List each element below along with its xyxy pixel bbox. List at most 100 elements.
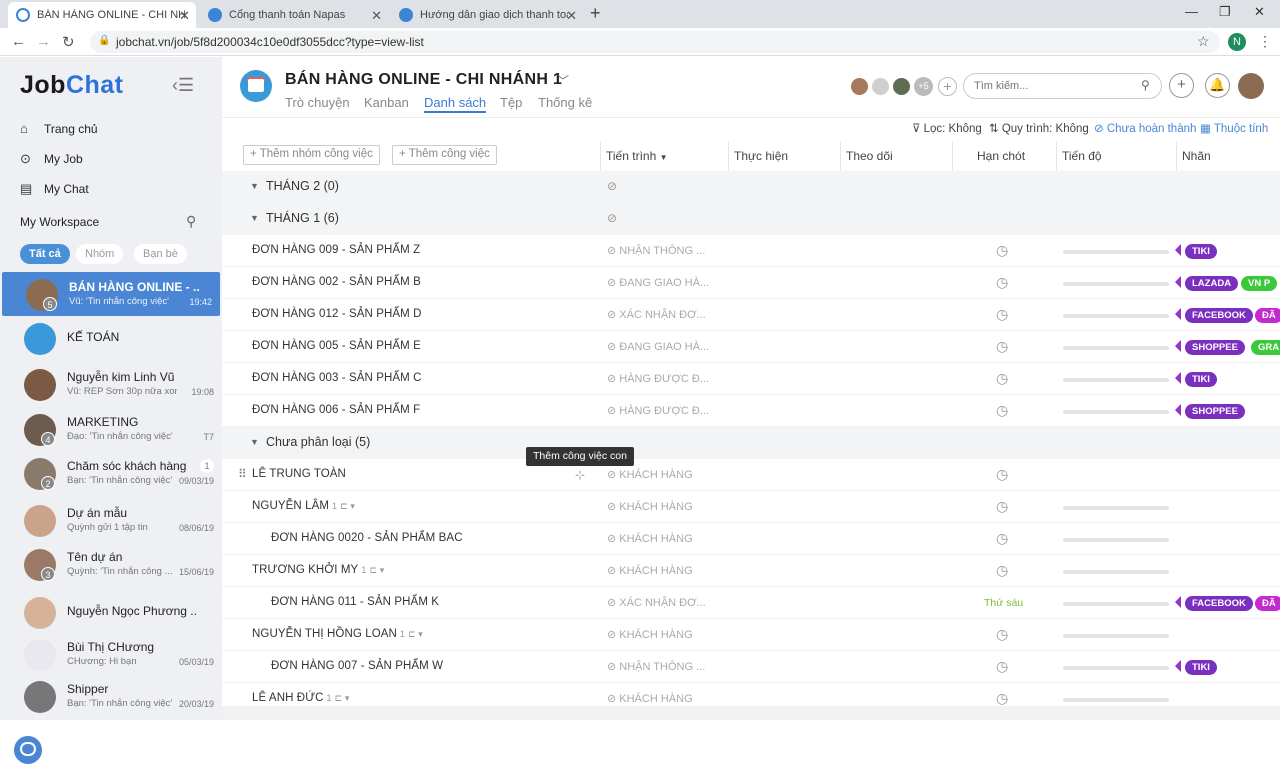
task-status[interactable]: ⊘ HÀNG ĐƯỢC Đ... (607, 372, 709, 385)
task-status[interactable]: ⊘ HÀNG ĐƯỢC Đ... (607, 404, 709, 417)
caret-down-icon[interactable]: ▼ (250, 437, 259, 447)
deadline-clock-icon[interactable]: ◷ (996, 562, 1008, 579)
task-name[interactable]: NGUYỄN THỊ HỒNG LOAN 1 ⊏ ▾ (252, 628, 423, 640)
table-row[interactable]: ĐƠN HÀNG 011 - SẢN PHẨM K ⊘ XÁC NHẬN ĐƠ..… (222, 587, 1280, 619)
tab-files[interactable]: Tệp (500, 95, 522, 110)
horizontal-scrollbar[interactable] (222, 706, 1280, 720)
task-group-header[interactable]: ▼ THÁNG 2 (0) ⊘ (222, 171, 1280, 203)
deadline-clock-icon[interactable]: ◷ (996, 274, 1008, 291)
forward-icon[interactable]: → (36, 33, 51, 50)
conversation-item[interactable]: Dự án mẫu Quỳnh gửi 1 tập tin 08/06/19 (0, 498, 222, 542)
minimize-icon[interactable]: — (1185, 4, 1198, 19)
task-status[interactable]: ⊘ KHÁCH HÀNG (607, 468, 693, 481)
table-row[interactable]: TRƯƠNG KHỞI MY 1 ⊏ ▾ ⊘ KHÁCH HÀNG ◷ (222, 555, 1280, 587)
table-row[interactable]: ĐƠN HÀNG 002 - SẢN PHẨM B ⊘ ĐANG GIAO HÀ.… (222, 267, 1280, 299)
deadline-clock-icon[interactable]: ◷ (996, 466, 1008, 483)
conversation-item[interactable]: KẾ TOÁN (0, 316, 222, 360)
caret-down-icon[interactable]: ▼ (250, 213, 259, 223)
maximize-icon[interactable]: ❐ (1219, 4, 1231, 20)
task-name[interactable]: ĐƠN HÀNG 003 - SẢN PHẨM C (252, 372, 422, 384)
task-label-badge[interactable]: VN P (1241, 276, 1278, 291)
task-label-badge[interactable]: SHOPPEE (1185, 404, 1245, 419)
chevron-down-icon[interactable]: ﹀ (557, 72, 569, 89)
browser-profile-avatar[interactable]: N (1228, 33, 1246, 51)
deadline-clock-icon[interactable]: ◷ (996, 530, 1008, 547)
conversation-item[interactable]: MARKETING Đạo: 'Tin nhắn công việc' T7 4 (0, 407, 222, 451)
task-name[interactable]: ĐƠN HÀNG 006 - SẢN PHẨM F (252, 404, 420, 416)
task-name[interactable]: ĐƠN HÀNG 007 - SẢN PHẨM W (271, 660, 443, 672)
task-name[interactable]: ĐƠN HÀNG 012 - SẢN PHẨM D (252, 308, 422, 320)
task-label-badge[interactable]: ĐÃ (1255, 308, 1280, 323)
task-deadline[interactable]: Thứ sáu (984, 597, 1023, 609)
deadline-clock-icon[interactable]: ◷ (996, 498, 1008, 515)
project-title[interactable]: BÁN HÀNG ONLINE - CHI NHÁNH 1 (285, 71, 562, 89)
task-name[interactable]: LÊ TRUNG TOÀN (252, 468, 346, 480)
filter-workflow[interactable]: ⇅ Quy trình: Không (989, 121, 1089, 135)
column-header-follower[interactable]: Theo dõi (846, 149, 893, 163)
browser-tab[interactable]: Cổng thanh toán Napas ✕ (200, 2, 388, 28)
task-label-badge[interactable]: FACEBOOK (1185, 596, 1253, 611)
task-status[interactable]: ⊘ KHÁCH HÀNG (607, 532, 693, 545)
tab-kanban[interactable]: Kanban (364, 95, 409, 110)
task-name[interactable]: ĐƠN HÀNG 0020 - SẢN PHẨM BAC (271, 532, 463, 544)
column-header-progress-status[interactable]: Tiến trình ▼ (606, 149, 668, 163)
table-row[interactable]: NGUYỄN LÂM 1 ⊏ ▾ ⊘ KHÁCH HÀNG ◷ (222, 491, 1280, 523)
task-status[interactable]: ⊘ KHÁCH HÀNG (607, 564, 693, 577)
table-row[interactable]: NGUYỄN THỊ HỒNG LOAN 1 ⊏ ▾ ⊘ KHÁCH HÀNG ◷ (222, 619, 1280, 651)
task-status[interactable]: ⊘ KHÁCH HÀNG (607, 692, 693, 705)
add-button[interactable]: + (1169, 73, 1194, 98)
search-input[interactable] (963, 73, 1162, 99)
conversation-item[interactable]: Chăm sóc khách hàng Bạn: 'Tin nhắn công v… (0, 451, 222, 495)
deadline-clock-icon[interactable]: ◷ (996, 402, 1008, 419)
reload-icon[interactable]: ↻ (62, 33, 75, 51)
browser-tab[interactable]: Hướng dẫn giao dịch thanh toán ✕ (391, 2, 583, 28)
deadline-clock-icon[interactable]: ◷ (996, 338, 1008, 355)
tab-list[interactable]: Danh sách (424, 95, 487, 113)
deadline-clock-icon[interactable]: ◷ (996, 658, 1008, 675)
task-label-badge[interactable]: TIKI (1185, 660, 1217, 675)
deadline-clock-icon[interactable]: ◷ (996, 370, 1008, 387)
table-row[interactable]: ⠿ LÊ TRUNG TOÀN ⊹ ⊘ KHÁCH HÀNG ◷ (222, 459, 1280, 491)
workspace-search-icon[interactable]: ⚲ (186, 213, 196, 230)
column-header-deadline[interactable]: Hạn chót (977, 149, 1025, 163)
filter-loc[interactable]: ⊽ Lọc: Không (912, 121, 982, 135)
tab-stats[interactable]: Thống kê (538, 95, 592, 110)
task-status[interactable]: ⊘ XÁC NHẬN ĐƠ... (607, 596, 706, 609)
tab-chat[interactable]: Trò chuyện (285, 95, 350, 110)
task-name[interactable]: ĐƠN HÀNG 009 - SẢN PHẨM Z (252, 244, 420, 256)
filter-incomplete[interactable]: ⊘ Chưa hoàn thành (1094, 121, 1196, 135)
deadline-clock-icon[interactable]: ◷ (996, 690, 1008, 707)
column-header-labels[interactable]: Nhãn (1182, 149, 1211, 163)
deadline-clock-icon[interactable]: ◷ (996, 306, 1008, 323)
task-label-badge[interactable]: TIKI (1185, 372, 1217, 387)
add-group-button[interactable]: + Thêm nhóm công việc (243, 145, 380, 165)
task-label-badge[interactable]: ĐÃ (1255, 596, 1280, 611)
task-status[interactable]: ⊘ NHẬN THÔNG ... (607, 244, 705, 257)
caret-down-icon[interactable]: ▼ (250, 181, 259, 191)
table-row[interactable]: ĐƠN HÀNG 003 - SẢN PHẨM C ⊘ HÀNG ĐƯỢC Đ..… (222, 363, 1280, 395)
bell-icon[interactable]: 🔔 (1205, 73, 1230, 98)
task-name[interactable]: NGUYỄN LÂM 1 ⊏ ▾ (252, 500, 355, 512)
table-row[interactable]: ĐƠN HÀNG 006 - SẢN PHẨM F ⊘ HÀNG ĐƯỢC Đ..… (222, 395, 1280, 427)
conversation-item[interactable]: Bùi Thị CHương CHương: Hi bạn 05/03/19 (0, 632, 222, 676)
task-name[interactable]: TRƯƠNG KHỞI MY 1 ⊏ ▾ (252, 564, 384, 576)
new-tab-button[interactable]: + (590, 3, 601, 24)
deadline-clock-icon[interactable]: ◷ (996, 626, 1008, 643)
table-row[interactable]: ĐƠN HÀNG 005 - SẢN PHẨM E ⊘ ĐANG GIAO HÀ.… (222, 331, 1280, 363)
task-name[interactable]: ĐƠN HÀNG 011 - SẢN PHẨM K (271, 596, 439, 608)
browser-tab-active[interactable]: BÁN HÀNG ONLINE - CHI NHÁNH 1 ✕ (8, 2, 196, 28)
column-header-progress[interactable]: Tiến độ (1062, 149, 1102, 163)
member-avatar[interactable] (850, 77, 869, 96)
filter-properties[interactable]: ▦ Thuộc tính (1200, 121, 1268, 135)
conversation-item[interactable]: Tên dự án Quỳnh: 'Tin nhắn công ... 15/06/… (0, 542, 222, 586)
task-label-badge[interactable]: FACEBOOK (1185, 308, 1253, 323)
jobchat-logo[interactable]: JobChat (20, 71, 124, 100)
filter-friends-chip[interactable]: Bạn bè (134, 244, 187, 264)
task-label-badge[interactable]: SHOPPEE (1185, 340, 1245, 355)
add-member-icon[interactable]: + (938, 77, 957, 96)
task-status[interactable]: ⊘ KHÁCH HÀNG (607, 628, 693, 641)
task-status[interactable]: ⊘ KHÁCH HÀNG (607, 500, 693, 513)
drag-handle-icon[interactable]: ⠿ (238, 467, 247, 481)
task-group-header[interactable]: ▼ THÁNG 1 (6) ⊘ (222, 203, 1280, 235)
user-avatar[interactable] (1238, 73, 1264, 99)
